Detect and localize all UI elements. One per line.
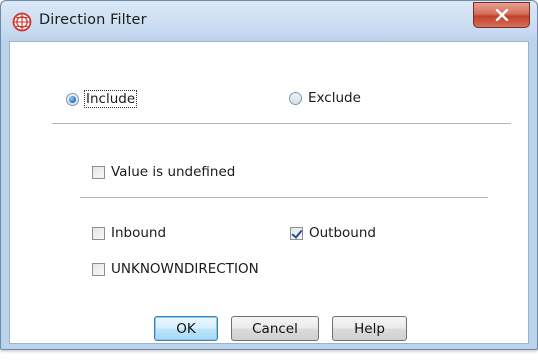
globe-app-icon (12, 12, 32, 32)
exclude-label: Exclude (308, 90, 361, 106)
unknowndirection-label: UNKNOWNDIRECTION (111, 261, 259, 277)
include-label: Include (84, 90, 138, 108)
help-button[interactable]: Help (332, 316, 407, 341)
include-radio[interactable] (66, 92, 79, 106)
undefined-checkbox[interactable] (92, 165, 105, 179)
outbound-label: Outbound (309, 225, 376, 241)
title-bar[interactable]: Direction Filter (1, 1, 537, 41)
cancel-button[interactable]: Cancel (231, 316, 319, 341)
close-button[interactable] (473, 2, 530, 28)
inbound-label: Inbound (111, 225, 167, 241)
window-title: Direction Filter (39, 12, 147, 28)
inbound-checkbox[interactable] (92, 226, 105, 240)
direction-option-unknown[interactable]: UNKNOWNDIRECTION (92, 261, 259, 277)
exclude-option[interactable]: Exclude (289, 90, 361, 106)
direction-option-inbound[interactable]: Inbound (92, 225, 166, 241)
dialog-body: Include Exclude Value is undefined Inbou… (9, 41, 529, 344)
exclude-radio[interactable] (289, 91, 302, 105)
include-option[interactable]: Include (66, 90, 138, 108)
separator-middle (80, 197, 488, 199)
undefined-option[interactable]: Value is undefined (92, 164, 235, 180)
direction-option-outbound[interactable]: Outbound (290, 225, 376, 241)
unknowndirection-checkbox[interactable] (92, 262, 105, 276)
close-icon (495, 9, 508, 21)
undefined-label: Value is undefined (111, 164, 236, 180)
outbound-checkbox[interactable] (290, 226, 303, 240)
separator-top (52, 123, 511, 125)
ok-button[interactable]: OK (154, 316, 218, 341)
dialog-window: Direction Filter Include Exclude Value i… (0, 0, 538, 350)
